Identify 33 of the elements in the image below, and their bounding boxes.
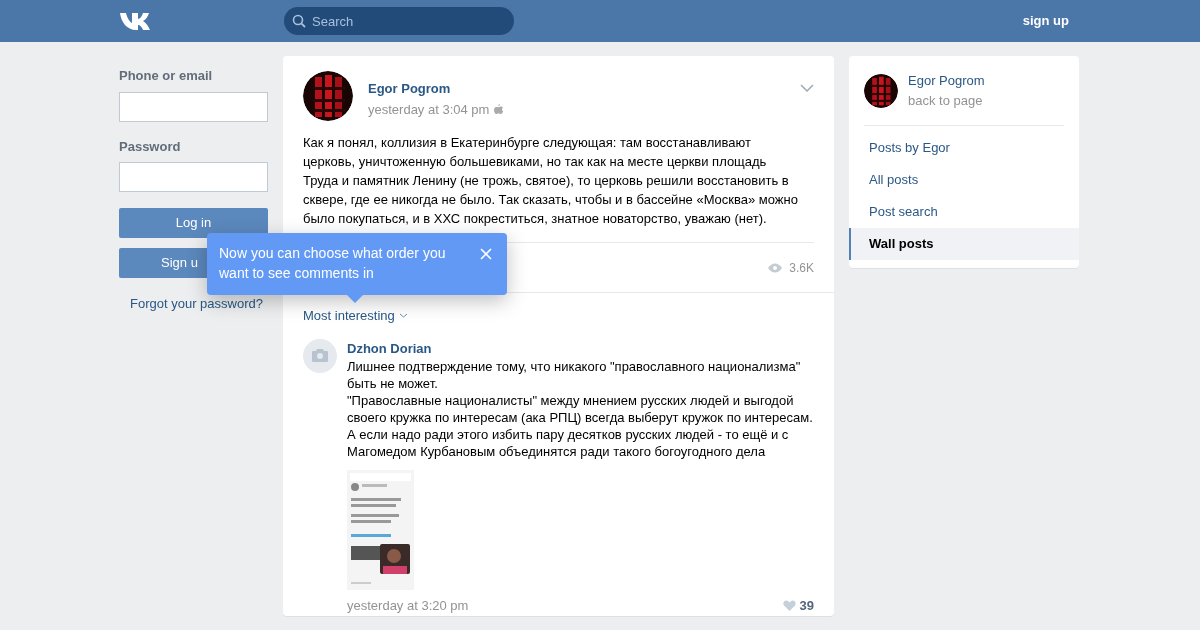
post-time: yesterday at 3:04 pm — [368, 100, 490, 119]
sort-dropdown[interactable]: Most interesting — [303, 306, 408, 326]
comment-text: Лишнее подтверждение тому, что никакого "православного национализма" быть не может. — [347, 358, 802, 392]
input-field[interactable] — [119, 162, 268, 192]
sidebar-item[interactable]: Posts by Egor — [849, 132, 1079, 164]
field-label: Password — [119, 137, 182, 156]
caret-icon — [398, 313, 408, 319]
eye-icon — [767, 262, 784, 273]
search-icon — [292, 14, 306, 28]
post-text: Как я понял, коллизия в Екатеринбурге следующая: там восстанавливают церковь, уничтоженную большевиками, но так как на месте церкви площадь Труда и памятник Ленину (не трожь, святое), то церковь решили восстановить в сквере, где ее никогда не было. Так сказать, чтобы и в бассейне «Москва» можно было покупаться, и в ХХС покреститься, знатное новаторство, уважаю (нет). — [303, 134, 799, 228]
sidebar-item[interactable]: Post search — [849, 196, 1079, 228]
sign-up-link[interactable]: sign up — [1022, 11, 1069, 31]
login-button[interactable]: Log in — [119, 208, 268, 238]
comment-text: "Православные националисты" между мнением русских людей и выгодой своего кружка по интересам (ака РПЦ) всегда выберут кружок по интересам. — [347, 392, 814, 426]
comment-text: А если надо ради этого избить пару десятков русских людей - то ещё и с Магомедом Курбановым объединятся ради такого богоугодного дела — [347, 426, 790, 460]
forgot-password-link[interactable]: Forgot your password? — [130, 294, 268, 314]
like-count: 39 — [799, 597, 814, 615]
sidebar-item[interactable]: All posts — [849, 164, 1079, 196]
view-count: 3.6K — [789, 259, 814, 277]
apple-icon — [494, 104, 504, 115]
profile-name[interactable]: Egor Pogrom — [908, 71, 985, 91]
field-label: Phone or email — [119, 67, 214, 85]
logo-icon[interactable] — [119, 11, 152, 31]
close-icon[interactable] — [480, 248, 492, 260]
author-name[interactable]: Egor Pogrom — [368, 79, 504, 99]
sidebar-item[interactable]: Wall posts — [849, 228, 1079, 260]
input-field[interactable] — [119, 91, 268, 122]
comment-author[interactable]: Dzhon Dorian — [347, 338, 814, 358]
chevron-icon[interactable] — [800, 84, 814, 92]
comment-time: yesterday at 3:20 pm — [347, 597, 469, 615]
search-field[interactable]: Search — [284, 7, 514, 35]
heart-icon[interactable] — [782, 600, 796, 612]
camera-icon — [303, 338, 337, 373]
